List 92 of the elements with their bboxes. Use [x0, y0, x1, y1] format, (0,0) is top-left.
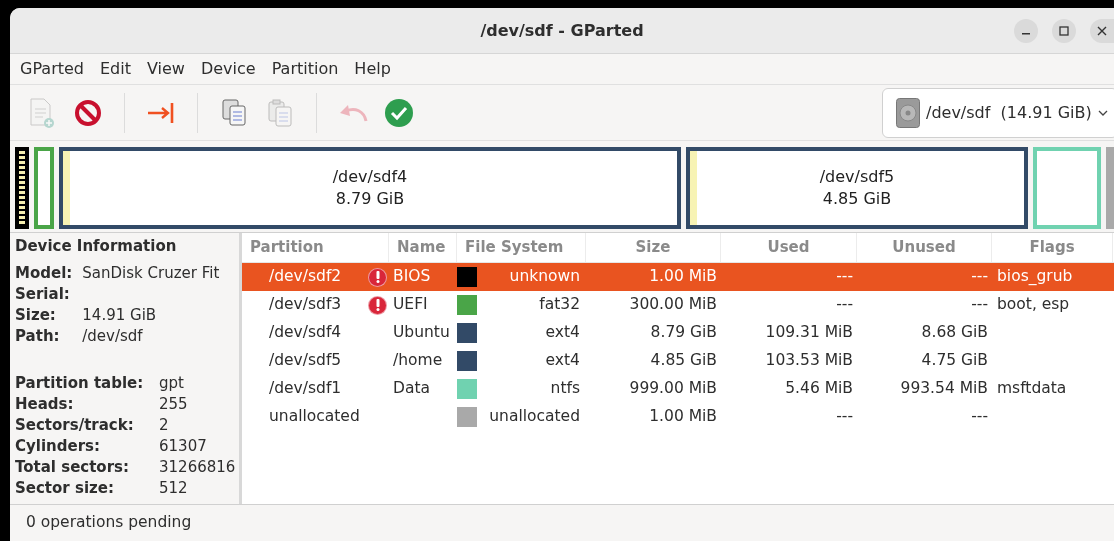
info-label: Size:	[15, 304, 57, 326]
partition-size: 4.85 GiB	[822, 188, 892, 210]
table-cell-text: unknown	[509, 266, 580, 288]
table-cell-text: ext4	[545, 350, 580, 372]
menu-item[interactable]: Edit	[92, 54, 139, 84]
info-value: SanDisk Cruzer Fit	[82, 262, 221, 284]
table-cell-text: ---	[971, 266, 988, 288]
table-cell-text: ext4	[545, 322, 580, 344]
maximize-button[interactable]	[1052, 18, 1076, 43]
table-cell-text: /dev/sdf2	[269, 266, 342, 288]
table-cell-text: UEFI	[393, 294, 428, 316]
table-row[interactable]: /dev/sdf4 Ubuntu ext4 8.79 GiB 109.31 MiB 8.68 GiB	[242, 319, 1114, 347]
table-cell-text: ---	[971, 406, 988, 428]
info-value: 2	[159, 414, 170, 436]
minimize-button[interactable]	[1014, 18, 1038, 43]
status-text: 0 operations pending	[26, 512, 192, 534]
info-label: Sector size:	[15, 477, 115, 499]
table-cell-text: /dev/sdf4	[269, 322, 342, 344]
partition-label: /dev/sdf4	[332, 166, 408, 188]
table-cell-text: ---	[971, 294, 988, 316]
table-row[interactable]: /dev/sdf1 Data ntfs 999.00 MiB 5.46 MiB 993.54 MiB msftdata	[242, 375, 1114, 403]
table-cell-text: ---	[836, 406, 853, 428]
minimize-icon	[1022, 32, 1030, 35]
table-cell-text: /dev/sdf3	[269, 294, 342, 316]
prohibited-icon	[74, 98, 102, 127]
partition-segment[interactable]: /dev/sdf5 4.85 GiB	[686, 147, 1028, 229]
info-label: Heads:	[15, 393, 75, 415]
table-cell-text: ---	[836, 266, 853, 288]
window-title: /dev/sdf - GParted	[479, 19, 645, 42]
info-label: Sectors/track:	[15, 414, 135, 436]
table-cell-text: Ubuntu	[393, 322, 450, 344]
info-value: 14.91 GiB	[82, 304, 158, 326]
maximize-icon	[1059, 25, 1069, 36]
close-icon	[1097, 25, 1107, 36]
table-cell-text: 1.00 MiB	[649, 406, 717, 428]
info-value: 31266816	[159, 456, 237, 478]
info-label: Total sectors:	[15, 456, 130, 478]
chevron-down-icon	[1097, 109, 1108, 116]
partition-label: /dev/sdf5	[819, 166, 895, 188]
checkmark-icon	[384, 97, 414, 128]
info-label: Cylinders:	[15, 435, 101, 457]
device-dropdown[interactable]: /dev/sdf (14.91 GiB)	[882, 87, 1114, 138]
partition-segment[interactable]: /dev/sdf4 8.79 GiB	[59, 147, 681, 229]
table-cell-text: msftdata	[997, 378, 1067, 400]
table-cell-text: /dev/sdf1	[269, 378, 342, 400]
table-cell-text: 4.75 GiB	[921, 350, 988, 372]
table-cell-text: 993.54 MiB	[900, 378, 988, 400]
table-cell-text: ---	[836, 294, 853, 316]
info-value: 61307	[159, 435, 208, 457]
table-cell-text: 8.68 GiB	[921, 322, 988, 344]
table-cell-text: 8.79 GiB	[650, 322, 717, 344]
table-row[interactable]: unallocated unallocated 1.00 MiB --- ---	[242, 403, 1114, 431]
table-cell-text: 5.46 MiB	[785, 378, 853, 400]
partition-segment[interactable]	[15, 147, 29, 229]
table-row[interactable]: /dev/sdf2 BIOS unknown 1.00 MiB --- --- bios_grub	[242, 263, 1114, 291]
table-cell-text: Data	[393, 378, 430, 400]
table-cell-text: 103.53 MiB	[765, 350, 853, 372]
section-title: Device Information	[15, 236, 178, 257]
table-cell-text: /dev/sdf5	[269, 350, 342, 372]
close-button[interactable]	[1090, 18, 1114, 43]
menu-item[interactable]: Device	[192, 54, 264, 84]
new-document-icon	[28, 96, 56, 129]
info-label: Serial:	[15, 283, 71, 305]
paste-icon	[266, 97, 294, 128]
table-cell-text: fat32	[539, 294, 580, 316]
table-cell-text: 109.31 MiB	[765, 322, 853, 344]
table-cell-text: 300.00 MiB	[629, 294, 717, 316]
info-label: Partition table:	[15, 372, 145, 394]
table-cell-text: /home	[393, 350, 443, 372]
info-label: Path:	[15, 325, 61, 347]
table-cell-text: BIOS	[393, 266, 431, 288]
menu-item[interactable]: GParted	[12, 54, 92, 84]
table-cell-text: 999.00 MiB	[629, 378, 717, 400]
table-cell-text: unallocated	[269, 406, 360, 428]
menu-item[interactable]: Help	[346, 54, 399, 84]
table-cell-text: 4.85 GiB	[650, 350, 717, 372]
partition-size: 8.79 GiB	[335, 188, 405, 210]
table-row[interactable]: /dev/sdf3 UEFI fat32 300.00 MiB --- --- boot, esp	[242, 291, 1114, 319]
menu-item[interactable]: View	[138, 54, 193, 84]
copy-icon	[220, 97, 248, 128]
info-value: /dev/sdf	[82, 325, 144, 347]
table-cell-text: 1.00 MiB	[649, 266, 717, 288]
table-cell-text: unallocated	[489, 406, 580, 428]
info-value: gpt	[159, 372, 185, 394]
info-value: 512	[159, 477, 189, 499]
info-label: Model:	[15, 262, 73, 284]
table-cell-text: boot, esp	[997, 294, 1070, 316]
table-cell-text: bios_grub	[997, 266, 1073, 288]
table-row[interactable]: /dev/sdf5 /home ext4 4.85 GiB 103.53 MiB 4.75 GiB	[242, 347, 1114, 375]
table-cell-text: ntfs	[550, 378, 580, 400]
info-value: 255	[159, 393, 189, 415]
menu-item[interactable]: Partition	[263, 54, 347, 84]
